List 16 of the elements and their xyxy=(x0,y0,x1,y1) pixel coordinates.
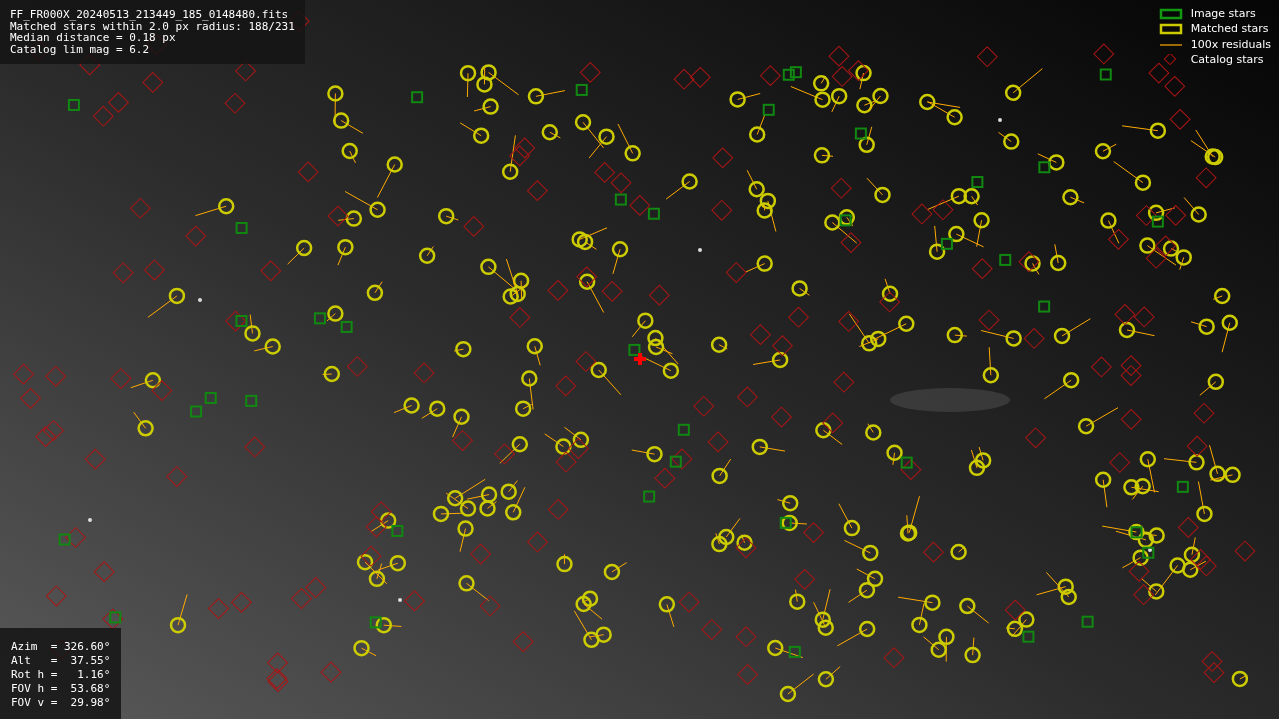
pointing-text: FOV v = 29.98° xyxy=(11,696,111,710)
info-text: Matched stars within 2.0 px radius: 188/231 xyxy=(10,20,295,32)
pointing-text: Alt = 37.55° xyxy=(11,654,111,668)
image-legend-icon xyxy=(1158,7,1183,20)
matched-legend-icon xyxy=(1158,23,1183,36)
legend-label: Catalog stars xyxy=(1190,52,1264,68)
center-cross-icon xyxy=(634,353,646,365)
legend-label: 100x residuals xyxy=(1190,36,1271,53)
info-text: FF_FR000X_20240513_213449_185_0148480.fits xyxy=(10,9,290,21)
pointing-text: FOV h = 53.68° xyxy=(11,682,111,696)
info-text: Catalog lim mag = 6.2 xyxy=(10,43,151,55)
info-text: Median distance = 0.18 px xyxy=(10,32,176,44)
legend-label: Image stars xyxy=(1190,5,1256,22)
pointing-text: Rot h = 1.16° xyxy=(11,668,111,682)
pointing-text: Azim = 326.60° xyxy=(11,640,111,654)
legend-label: Matched stars xyxy=(1190,21,1269,37)
